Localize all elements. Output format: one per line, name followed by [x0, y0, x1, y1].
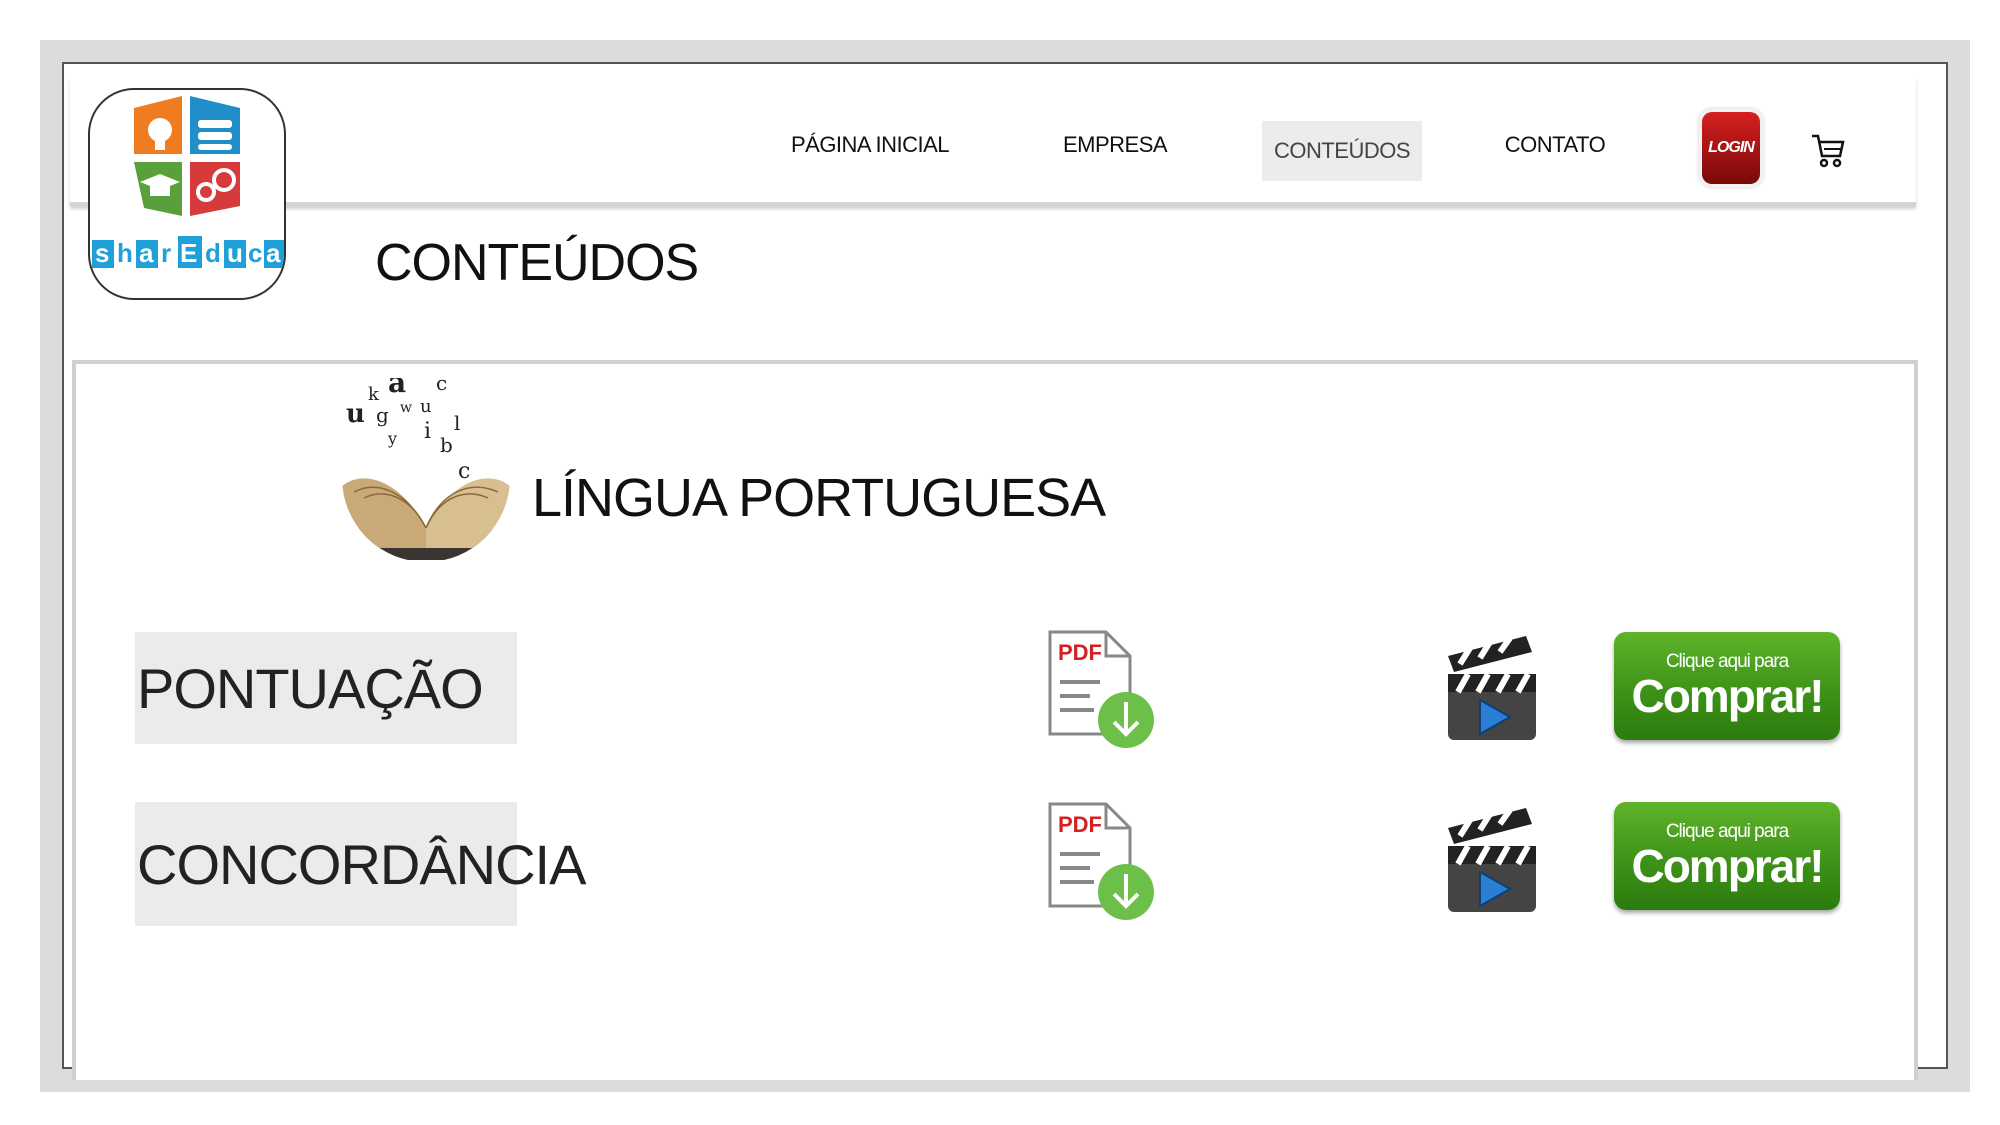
- svg-text:s: s: [95, 238, 109, 268]
- login-button[interactable]: LOGIN: [1702, 112, 1760, 184]
- svg-text:a: a: [388, 378, 406, 399]
- cart-icon[interactable]: [1810, 130, 1846, 170]
- nav-conteudos[interactable]: CONTEÚDOS: [1262, 121, 1422, 181]
- svg-text:d: d: [205, 238, 221, 268]
- svg-text:c: c: [436, 378, 447, 395]
- svg-text:y: y: [387, 429, 397, 448]
- svg-text:u: u: [227, 238, 243, 268]
- pdf-label: PDF: [1058, 812, 1102, 837]
- buy-button-small-text: Clique aqui para: [1665, 821, 1789, 842]
- nav-contato[interactable]: CONTATO: [1500, 115, 1610, 175]
- svg-text:u: u: [346, 399, 365, 429]
- svg-text:k: k: [368, 384, 380, 405]
- svg-text:i: i: [424, 419, 431, 444]
- svg-text:g: g: [376, 403, 389, 427]
- buy-button[interactable]: Clique aqui para Comprar!: [1614, 802, 1840, 910]
- svg-text:w: w: [400, 400, 412, 416]
- page-title: CONTEÚDOS: [375, 234, 699, 292]
- header-bar: [70, 78, 1916, 206]
- book-letters-icon: u k a g w u c l b c i y: [342, 378, 510, 560]
- topic-pontuacao[interactable]: PONTUAÇÃO: [135, 632, 517, 744]
- video-clapper-icon[interactable]: [1446, 802, 1538, 916]
- svg-text:c: c: [248, 238, 262, 268]
- svg-text:c: c: [458, 459, 470, 484]
- shareduca-logo[interactable]: s h a r E d u c a: [88, 88, 286, 300]
- svg-text:a: a: [266, 238, 281, 268]
- shareduca-logo-icon: s h a r E d u c a: [92, 96, 284, 268]
- svg-text:b: b: [440, 433, 453, 457]
- subject-title: LÍNGUA PORTUGUESA: [532, 468, 1106, 528]
- buy-button-small-text: Clique aqui para: [1665, 651, 1789, 672]
- topic-concordancia[interactable]: CONCORDÂNCIA: [135, 802, 586, 926]
- svg-text:E: E: [180, 238, 197, 268]
- buy-button[interactable]: Clique aqui para Comprar!: [1614, 632, 1840, 740]
- buy-button-label: Comprar!: [1631, 840, 1824, 892]
- svg-text:l: l: [454, 411, 460, 435]
- video-clapper-icon[interactable]: [1446, 630, 1538, 744]
- svg-text:h: h: [117, 238, 133, 268]
- nav-pagina-inicial[interactable]: PÁGINA INICIAL: [790, 115, 950, 175]
- nav-empresa[interactable]: EMPRESA: [1050, 115, 1180, 175]
- buy-button-label: Comprar!: [1631, 670, 1824, 722]
- svg-text:r: r: [161, 238, 171, 268]
- svg-text:u: u: [420, 396, 432, 417]
- pdf-download-icon[interactable]: PDF: [1048, 630, 1158, 748]
- svg-text:a: a: [139, 238, 154, 268]
- pdf-download-icon[interactable]: PDF: [1048, 802, 1158, 920]
- pdf-label: PDF: [1058, 640, 1102, 665]
